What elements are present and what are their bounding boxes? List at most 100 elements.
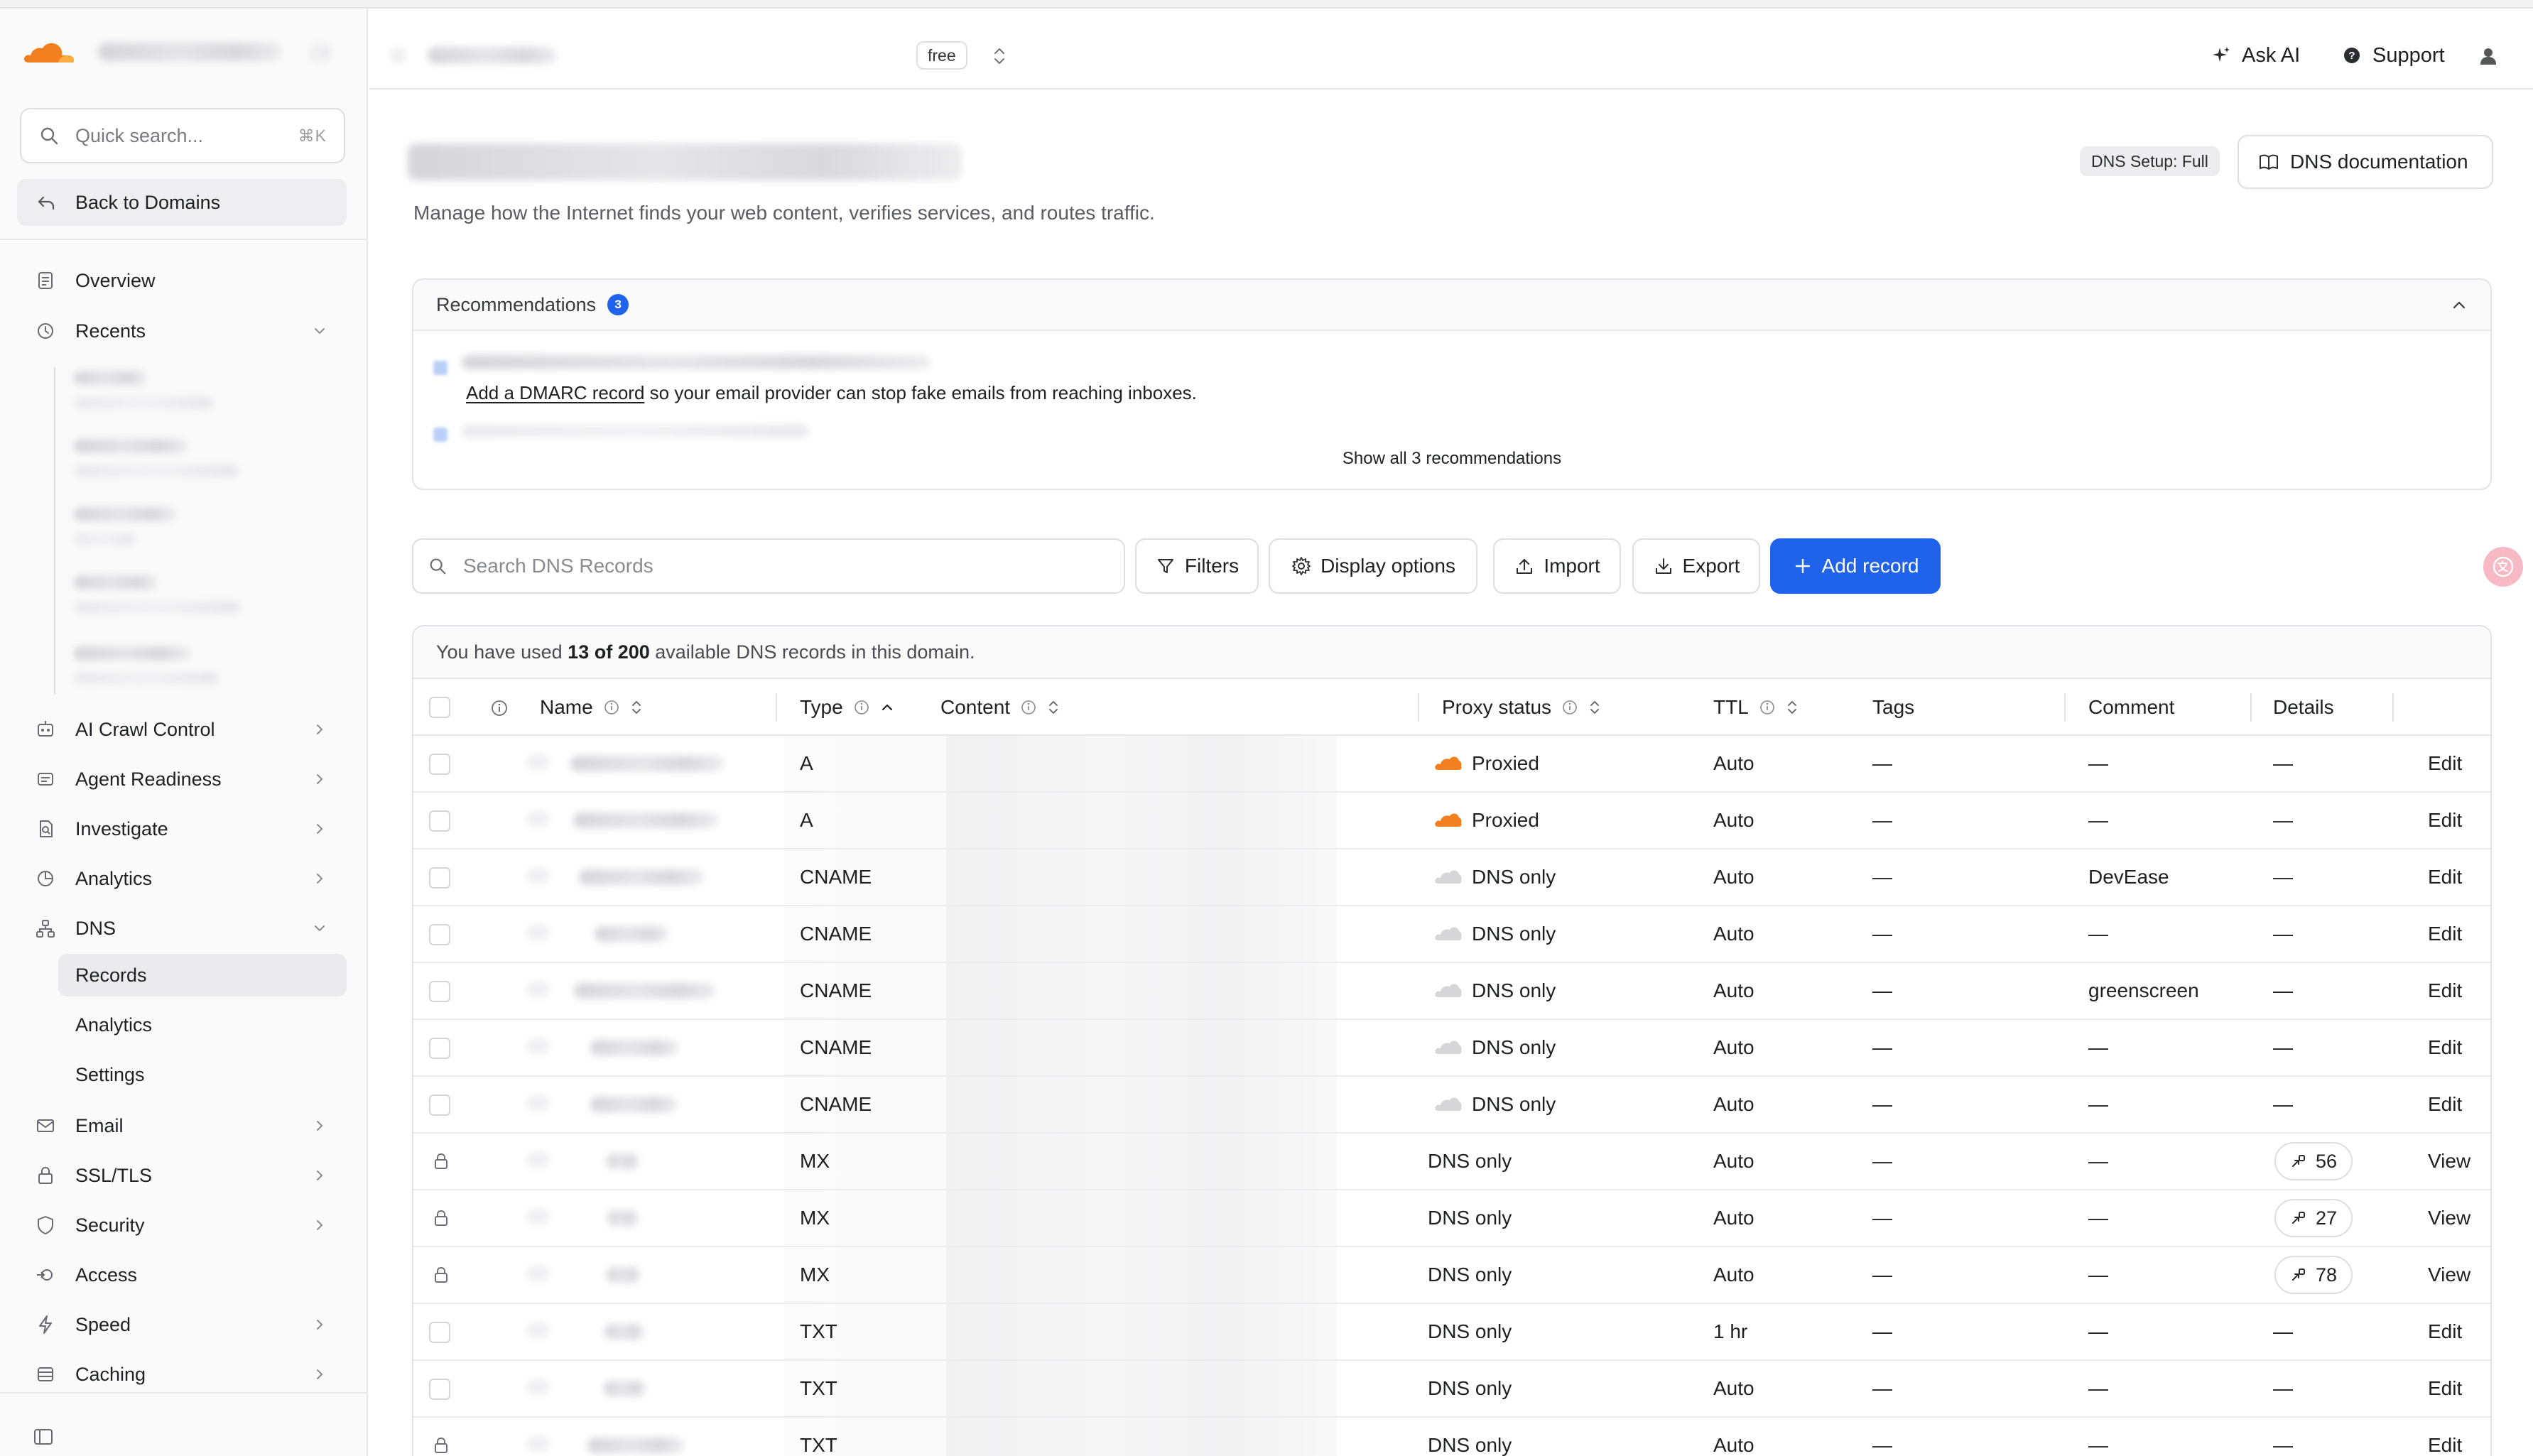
table-row[interactable]: MX DNS only Auto — — 27 View — [413, 1190, 2490, 1247]
table-row[interactable]: CNAME DNS only Auto — DevEase — Edit — [413, 849, 2490, 906]
edit-record-button[interactable]: Edit — [2428, 1418, 2462, 1456]
table-row[interactable]: CNAME DNS only Auto — — — Edit — [413, 1020, 2490, 1077]
sort-ascending-icon[interactable] — [879, 699, 896, 716]
sidebar-item-ai-crawl-control[interactable]: AI Crawl Control — [17, 708, 347, 751]
row-checkbox[interactable] — [429, 1379, 450, 1400]
display-options-button[interactable]: Display options — [1269, 538, 1477, 594]
edit-record-button[interactable]: Edit — [2428, 1020, 2462, 1075]
chevron-up-icon[interactable] — [2449, 295, 2469, 315]
table-row[interactable]: TXT DNS only Auto — — — Edit — [413, 1361, 2490, 1418]
table-row[interactable]: CNAME DNS only Auto — greenscreen — Edit — [413, 963, 2490, 1020]
sidebar-item-analytics[interactable]: Analytics — [17, 857, 347, 900]
column-header-name[interactable]: Name — [540, 679, 644, 736]
row-checkbox[interactable] — [429, 1094, 450, 1116]
show-all-recommendations-link[interactable]: Show all 3 recommendations — [413, 449, 2490, 469]
edit-record-button[interactable]: Edit — [2428, 906, 2462, 962]
mx-priority-pill[interactable]: 78 — [2274, 1256, 2353, 1294]
sidebar-item-label: Security — [75, 1214, 145, 1236]
chevron-right-icon — [317, 874, 323, 884]
column-header-type[interactable]: Type — [800, 679, 896, 736]
sidebar-item-email[interactable]: Email — [17, 1104, 347, 1147]
sort-icon[interactable] — [1587, 697, 1602, 717]
quick-search-input[interactable]: Quick search... ⌘K — [20, 108, 345, 163]
row-checkbox[interactable] — [429, 1038, 450, 1059]
view-record-button[interactable]: View — [2428, 1190, 2470, 1246]
sidebar-item-caching[interactable]: Caching — [17, 1353, 347, 1396]
column-header-ttl[interactable]: TTL — [1713, 679, 1800, 736]
row-checkbox[interactable] — [429, 810, 450, 832]
user-icon[interactable] — [2476, 44, 2500, 68]
sidebar-item-access[interactable]: Access — [17, 1254, 347, 1296]
sidebar-item-security[interactable]: Security — [17, 1204, 347, 1246]
row-checkbox[interactable] — [429, 924, 450, 945]
table-row[interactable]: MX DNS only Auto — — 56 View — [413, 1134, 2490, 1190]
proxy-status-label: Proxied — [1472, 809, 1539, 831]
sidebar-item-speed[interactable]: Speed — [17, 1303, 347, 1346]
sidebar-item-agent-readiness[interactable]: Agent Readiness — [17, 758, 347, 800]
recommendations-header[interactable]: Recommendations 3 — [413, 280, 2490, 331]
translate-widget-icon[interactable] — [2483, 547, 2523, 587]
cloud-logo-icon[interactable] — [21, 36, 78, 68]
sidebar-item-overview[interactable]: Overview — [17, 259, 347, 302]
column-header-proxy-status[interactable]: Proxy status — [1442, 679, 1602, 736]
table-row[interactable]: TXT DNS only 1 hr — — — Edit — [413, 1304, 2490, 1361]
table-row[interactable]: MX DNS only Auto — — 78 View — [413, 1247, 2490, 1304]
ask-ai-button[interactable]: Ask AI — [2211, 34, 2300, 77]
support-button[interactable]: ? Support — [2341, 34, 2445, 77]
add-record-button[interactable]: Add record — [1770, 538, 1941, 594]
sidebar-subitem-settings[interactable]: Settings — [58, 1053, 347, 1096]
table-row[interactable]: TXT DNS only Auto — — — Edit — [413, 1418, 2490, 1456]
sidebar-subitem-records[interactable]: Records — [58, 954, 347, 996]
sidebar-item-recents[interactable]: Recents — [17, 310, 347, 352]
sort-icon[interactable] — [1046, 697, 1061, 717]
info-icon[interactable] — [853, 699, 870, 716]
row-checkbox[interactable] — [429, 754, 450, 775]
add-dmarc-record-link[interactable]: Add a DMARC record — [466, 382, 644, 403]
table-row[interactable]: CNAME DNS only Auto — — — Edit — [413, 906, 2490, 963]
account-name[interactable] — [98, 43, 281, 61]
info-icon[interactable] — [1561, 699, 1578, 716]
sort-icon[interactable] — [629, 697, 644, 717]
sidebar-subitem-analytics[interactable]: Analytics — [58, 1004, 347, 1046]
record-type: A — [800, 809, 813, 831]
mx-priority-pill[interactable]: 56 — [2274, 1142, 2353, 1180]
row-checkbox[interactable] — [429, 867, 450, 889]
edit-record-button[interactable]: Edit — [2428, 849, 2462, 905]
column-header-content[interactable]: Content — [940, 679, 1061, 736]
view-record-button[interactable]: View — [2428, 1247, 2470, 1303]
dns-only-cloud-icon — [1435, 1097, 1462, 1111]
sidebar-item-ssl-tls[interactable]: SSL/TLS — [17, 1154, 347, 1197]
row-checkbox[interactable] — [429, 981, 450, 1002]
export-button[interactable]: Export — [1632, 538, 1760, 594]
view-record-button[interactable]: View — [2428, 1134, 2470, 1189]
sidebar-item-investigate[interactable]: Investigate — [17, 808, 347, 850]
edit-record-button[interactable]: Edit — [2428, 963, 2462, 1018]
back-to-domains-button[interactable]: Back to Domains — [17, 179, 347, 226]
row-checkbox[interactable] — [429, 1322, 450, 1343]
mx-priority-pill[interactable]: 27 — [2274, 1199, 2353, 1237]
sidebar-item-dns[interactable]: DNS — [17, 907, 347, 950]
select-all-checkbox[interactable] — [429, 697, 450, 718]
edit-record-button[interactable]: Edit — [2428, 1304, 2462, 1359]
sidebar-item-label: DNS — [75, 917, 116, 939]
edit-record-button[interactable]: Edit — [2428, 736, 2462, 791]
info-icon[interactable] — [1020, 699, 1037, 716]
import-button[interactable]: Import — [1493, 538, 1621, 594]
info-icon[interactable] — [490, 699, 509, 717]
table-row[interactable]: A Proxied Auto — — — Edit — [413, 736, 2490, 793]
table-row[interactable]: CNAME DNS only Auto — — — Edit — [413, 1077, 2490, 1134]
edit-record-button[interactable]: Edit — [2428, 793, 2462, 848]
table-row[interactable]: A Proxied Auto — — — Edit — [413, 793, 2490, 849]
sidebar-collapse-icon[interactable] — [31, 1425, 55, 1449]
search-dns-records-input[interactable]: Search DNS Records — [412, 538, 1125, 594]
filters-button[interactable]: Filters — [1135, 538, 1259, 594]
info-icon[interactable] — [1759, 699, 1776, 716]
dns-documentation-button[interactable]: DNS documentation — [2238, 135, 2493, 189]
account-switcher-icon[interactable] — [310, 43, 331, 63]
zone-switcher-icon[interactable] — [989, 44, 1010, 68]
edit-record-button[interactable]: Edit — [2428, 1361, 2462, 1416]
zone-name[interactable] — [428, 47, 557, 64]
edit-record-button[interactable]: Edit — [2428, 1077, 2462, 1132]
info-icon[interactable] — [603, 699, 620, 716]
sort-icon[interactable] — [1784, 697, 1800, 717]
